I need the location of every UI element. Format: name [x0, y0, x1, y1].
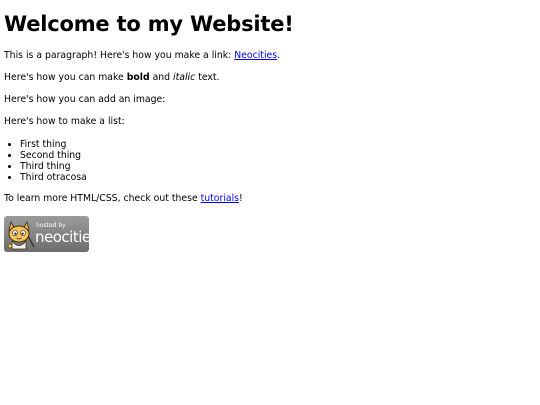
list-item: First thing — [20, 139, 536, 150]
paragraph-formatting: Here's how you can make bold and italic … — [4, 73, 536, 83]
paragraph-image: Here's how you can add an image: — [4, 94, 166, 105]
neocities-link[interactable]: Neocities — [234, 50, 277, 61]
paragraph-link-text-after: . — [277, 50, 281, 61]
list-item: Third otracosa — [20, 172, 536, 183]
learn-text-after: ! — [239, 193, 243, 204]
bold-text: bold — [126, 72, 150, 83]
neocities-cat-icon — [7, 220, 35, 250]
list-item: Second thing — [20, 150, 536, 161]
paragraph-learn: To learn more HTML/CSS, check out these … — [4, 194, 536, 204]
formatting-text-before: Here's how you can make — [4, 72, 127, 83]
hosted-by-neocities-badge[interactable]: hosted by neocities — [4, 216, 89, 252]
page-title: Welcome to my Website! — [4, 12, 294, 36]
paragraph-link-text-before: This is a paragraph! Here's how you make… — [4, 50, 235, 61]
learn-text-before: To learn more HTML/CSS, check out these — [4, 193, 201, 204]
paragraph-list: Here's how to make a list: — [4, 116, 125, 127]
formatting-text-after: text. — [195, 72, 220, 83]
paragraph-link: This is a paragraph! Here's how you make… — [4, 51, 536, 61]
tutorials-link[interactable]: tutorials — [201, 193, 239, 204]
example-list: First thing Second thing Third thing Thi… — [4, 139, 536, 183]
badge-neocities-text: neocities — [35, 228, 89, 246]
list-item: Third thing — [20, 161, 536, 172]
formatting-text-middle: and — [149, 72, 174, 83]
page: Welcome to my Website! This is a paragra… — [0, 0, 540, 405]
italic-text: italic — [173, 72, 196, 83]
